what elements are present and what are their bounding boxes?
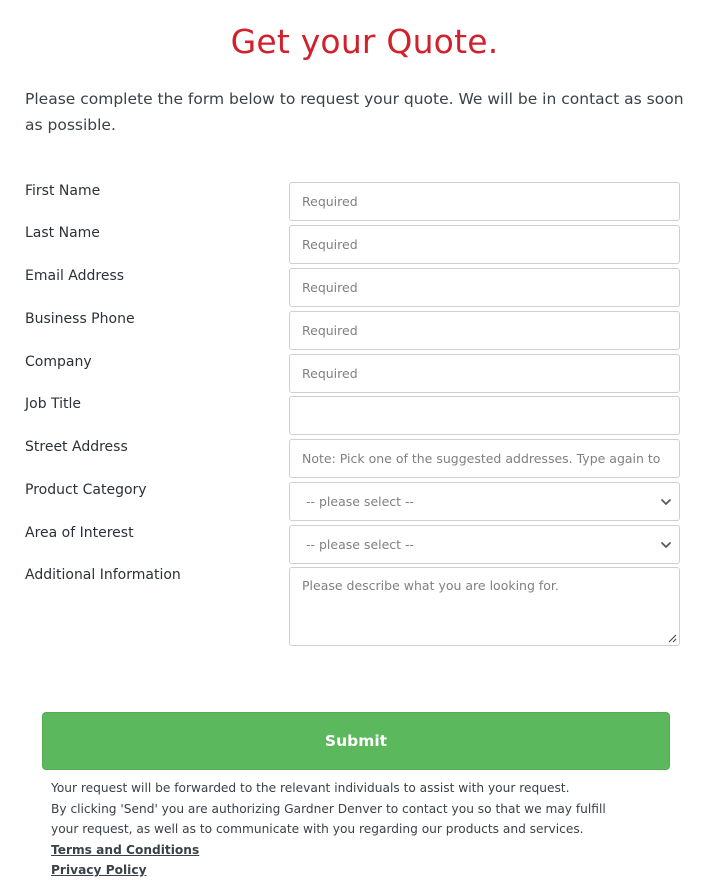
area-of-interest-selected: -- please select -- [306, 537, 415, 552]
page-title: Get your Quote. [230, 22, 499, 61]
disclaimer-line: Your request will be forwarded to the re… [51, 781, 570, 795]
company-placeholder: Required [302, 366, 358, 381]
additional-information-label: Additional Information [25, 567, 181, 583]
disclaimer-line: By clicking 'Send' you are authorizing G… [51, 801, 606, 816]
company-label: Company [25, 354, 92, 370]
job-title-label: Job Title [25, 396, 82, 412]
last-name-placeholder: Required [302, 237, 358, 252]
business-phone-input[interactable]: Required [289, 311, 680, 350]
chevron-down-icon [661, 542, 671, 548]
disclaimer-line: your request, as well as to communicate … [51, 822, 584, 836]
email-placeholder: Required [302, 280, 358, 295]
product-category-select[interactable]: -- please select -- [289, 482, 680, 521]
product-category-selected: -- please select -- [306, 494, 415, 509]
street-address-label: Street Address [25, 439, 128, 455]
additional-information-placeholder: Please describe what you are looking for… [302, 578, 559, 593]
disclaimer: Your request will be forwarded to the re… [51, 778, 691, 881]
privacy-policy-link[interactable]: Privacy Policy [51, 860, 691, 881]
intro-text: Please complete the form below to reques… [25, 90, 684, 134]
first-name-input[interactable]: Required [289, 182, 680, 221]
company-input[interactable]: Required [289, 354, 680, 393]
product-category-label: Product Category [25, 482, 147, 498]
first-name-label: First Name [25, 183, 101, 199]
street-address-input[interactable]: Note: Pick one of the suggested addresse… [289, 439, 680, 478]
area-of-interest-label: Area of Interest [25, 525, 134, 541]
business-phone-placeholder: Required [302, 323, 358, 338]
street-address-placeholder: Note: Pick one of the suggested addresse… [302, 451, 661, 466]
email-label: Email Address [25, 268, 125, 284]
last-name-input[interactable]: Required [289, 225, 680, 264]
chevron-down-icon [661, 499, 671, 505]
job-title-input[interactable] [289, 396, 680, 435]
terms-and-conditions-link[interactable]: Terms and Conditions [51, 840, 691, 861]
submit-button[interactable]: Submit [42, 712, 670, 770]
additional-information-textarea[interactable]: Please describe what you are looking for… [289, 567, 680, 646]
last-name-label: Last Name [25, 225, 100, 241]
area-of-interest-select[interactable]: -- please select -- [289, 525, 680, 564]
resize-handle-icon[interactable] [667, 633, 677, 643]
email-input[interactable]: Required [289, 268, 680, 307]
business-phone-label: Business Phone [25, 311, 135, 327]
first-name-placeholder: Required [302, 194, 358, 209]
